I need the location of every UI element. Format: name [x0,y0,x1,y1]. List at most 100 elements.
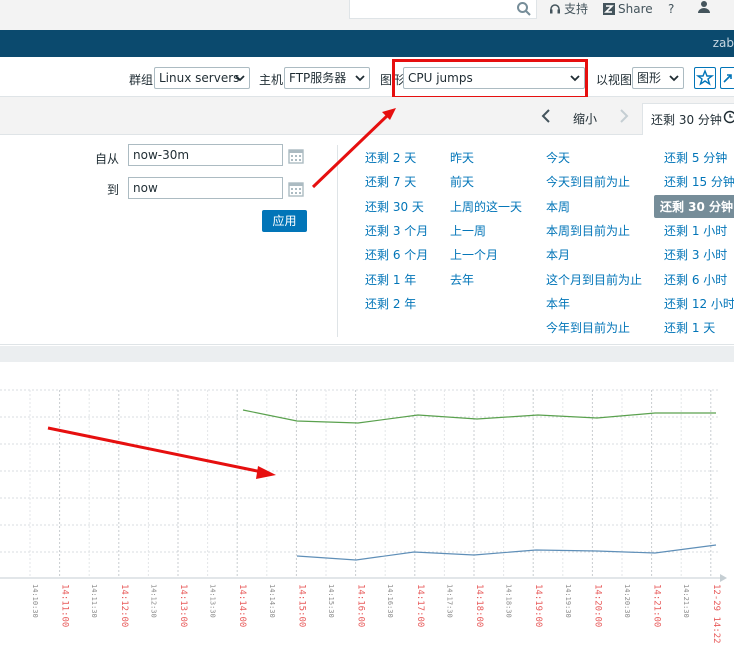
x-tick-label: 14:10:30 [31,584,39,618]
quick-range-link[interactable]: 上周的这一天 [450,198,522,215]
quick-range-link[interactable]: 还剩 6 小时 [664,271,727,288]
quick-range-link[interactable]: 还剩 3 小时 [664,246,727,263]
quick-range-link[interactable]: 还剩 2 年 [365,295,416,312]
annotation-highlight-box [392,59,588,99]
annotation-arrow-lower [47,426,263,474]
quick-range-link[interactable]: 还剩 2 天 [365,149,416,166]
x-tick-label: 14:21:00 [652,584,662,627]
quick-range-link[interactable]: 今年到目前为止 [546,319,630,336]
host-label: 主机 [259,73,284,87]
x-tick-label: 14:16:30 [386,584,394,618]
search-icon[interactable] [516,1,532,17]
support-link[interactable]: 支持 [549,0,588,18]
x-tick-label: 14:13:00 [178,584,188,627]
x-tick-label: 14:17:00 [415,584,425,627]
quick-range-link[interactable]: 还剩 1 天 [664,319,715,336]
quick-range-link[interactable]: 前天 [450,173,474,190]
share-link[interactable]: Share [603,0,653,18]
chevron-left-icon[interactable] [540,109,552,126]
to-input[interactable]: now [128,177,283,199]
x-tick-label: 14:12:00 [119,584,129,627]
quick-range-link[interactable]: 还剩 30 天 [365,198,424,215]
x-tick-label: 14:18:30 [505,584,513,618]
from-label: 自从 [95,152,120,166]
quick-range-link[interactable]: 昨天 [450,149,474,166]
support-label: 支持 [564,2,589,16]
x-tick-label: 14:11:30 [90,584,98,618]
chevron-down-icon [235,75,245,82]
quick-range-link[interactable]: 上一周 [450,222,486,239]
series-line-lower [296,544,717,561]
zoom-out-button[interactable]: 缩小 [573,110,597,127]
x-tick-label: 14:20:30 [623,584,631,618]
host-select-value: FTP服务器 [289,71,347,85]
group-label: 群组 [129,73,154,87]
quick-range-link[interactable]: 还剩 6 个月 [365,246,428,263]
from-input[interactable]: now-30m [128,144,283,166]
x-tick-label: 14:20:00 [592,584,602,627]
chevron-right-icon[interactable] [618,109,630,126]
chevron-down-icon [669,75,679,82]
search-input[interactable] [349,0,537,19]
quick-range-link[interactable]: 还剩 5 分钟 [664,149,727,166]
view-as-select-value: 图形 [637,71,662,85]
x-tick-label: 14:12:30 [149,584,157,618]
zabbix-share-icon [603,3,615,15]
quick-range-link[interactable]: 还剩 3 个月 [365,222,428,239]
help-link[interactable]: ? [668,0,674,18]
x-tick-label: 14:15:30 [327,584,335,618]
add-to-favorites-button[interactable] [694,67,716,89]
quick-range-link[interactable]: 今天 [546,149,570,166]
tab-time-period[interactable]: 还剩 30 分钟 [642,103,734,136]
chevron-down-icon [355,75,365,82]
x-tick-label: 14:16:00 [356,584,366,627]
user-icon[interactable] [697,0,711,17]
quick-range-link[interactable]: 今天到目前为止 [546,173,630,190]
x-tick-label: 14:19:30 [564,584,572,618]
cpu-jumps-graph: 14:10:30 14:11:00 14:11:30 14:12:00 14:12:30… [0,389,727,644]
group-select-value: Linux servers [159,71,240,85]
quick-range-link[interactable]: 上一个月 [450,246,498,263]
clock-icon[interactable] [723,110,734,127]
quick-range-link[interactable]: 本周 [546,198,570,215]
main-navigation-bar [0,30,734,57]
brand-logo-text: zab [712,36,734,50]
x-tick-label: 14:21:30 [682,584,690,618]
host-select[interactable]: FTP服务器 [284,67,370,89]
annotation-arrowhead [256,466,276,479]
x-tick-label: 14:13:30 [209,584,217,618]
quick-range-link[interactable]: 还剩 30 分钟 [654,194,734,218]
quick-range-link[interactable]: 本年 [546,295,570,312]
to-label: 到 [107,183,120,197]
quick-range-link[interactable]: 本周到目前为止 [546,222,630,239]
share-label: Share [618,2,653,16]
headset-icon [550,4,560,14]
quick-range-link[interactable]: 还剩 1 年 [365,271,416,288]
from-input-value: now-30m [133,148,190,162]
x-tick-label: 12-29 14:22 [711,584,721,644]
quick-range-link[interactable]: 本月 [546,246,570,263]
fullscreen-button[interactable] [720,67,734,89]
quick-range-link[interactable]: 去年 [450,271,474,288]
quick-range-link[interactable]: 还剩 15 分钟 [664,173,734,190]
expand-icon [723,74,732,83]
star-icon [695,69,715,86]
to-input-value: now [133,181,158,195]
x-tick-label: 14:11:00 [60,584,70,627]
help-label: ? [668,2,675,16]
x-tick-label: 14:18:00 [474,584,484,627]
group-select[interactable]: Linux servers [154,67,250,89]
x-tick-label: 14:17:30 [445,584,453,618]
quick-range-link[interactable]: 还剩 12 小时 [664,295,734,312]
quick-range-link[interactable]: 这个月到目前为止 [546,271,642,288]
period-tab-label: 还剩 30 分钟 [651,113,722,127]
section-gap [0,346,734,362]
x-tick-label: 14:14:00 [237,584,247,627]
quick-range-link[interactable]: 还剩 7 天 [365,173,416,190]
x-tick-label: 14:19:00 [533,584,543,627]
quick-range-link[interactable]: 还剩 1 小时 [664,222,727,239]
x-axis-arrow [720,574,727,582]
apply-button[interactable]: 应用 [262,210,307,232]
view-as-label: 以视图 [596,73,633,87]
view-as-select[interactable]: 图形 [632,67,684,89]
